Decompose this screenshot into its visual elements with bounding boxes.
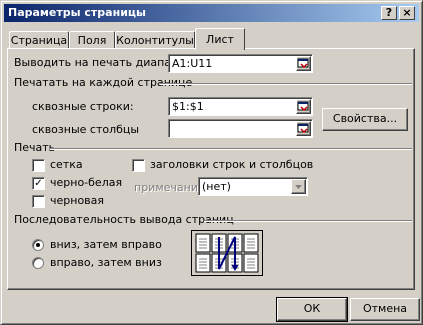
page-order-preview-icon: [191, 230, 263, 276]
range-picker-icon[interactable]: [296, 99, 311, 114]
gridlines-label: сетка: [50, 158, 83, 171]
window-title: Параметры страницы: [8, 6, 147, 19]
range-picker-icon[interactable]: [296, 121, 311, 136]
title-bar[interactable]: Параметры страницы ? ×: [4, 4, 419, 22]
tab-label: Поля: [77, 34, 107, 47]
group-divider: [160, 83, 412, 85]
tab-label: Страница: [10, 34, 68, 47]
down-then-over-label: вниз, затем вправо: [50, 238, 162, 251]
page-setup-dialog: Параметры страницы ? × Страница Поля Кол…: [0, 0, 423, 325]
group-divider: [50, 148, 412, 150]
draft-label: черновая: [50, 194, 105, 207]
print-area-value: A1:U11: [172, 57, 213, 70]
print-area-field[interactable]: A1:U11: [168, 54, 313, 73]
chevron-down-icon[interactable]: [291, 179, 306, 194]
row-column-headings-label: заголовки строк и столбцов: [150, 158, 314, 171]
tab-page[interactable]: Страница: [9, 31, 69, 49]
group-divider: [204, 220, 412, 222]
comments-select[interactable]: (нет): [198, 177, 308, 196]
ok-button[interactable]: ОК: [276, 297, 348, 322]
tab-margins[interactable]: Поля: [69, 31, 115, 49]
rows-to-repeat-label: сквозные строки:: [32, 100, 134, 113]
tab-sheet[interactable]: Лист: [195, 28, 245, 50]
sheet-tab-panel: Выводить на печать диапазон: A1:U11 Печа…: [7, 48, 415, 290]
over-then-down-radio[interactable]: [32, 257, 44, 269]
row-column-headings-checkbox[interactable]: [132, 159, 145, 172]
rows-to-repeat-field[interactable]: $1:$1: [168, 97, 313, 116]
help-button[interactable]: ?: [381, 6, 397, 20]
print-group-label: Печать: [14, 141, 56, 154]
black-white-checkbox[interactable]: ✓: [32, 177, 45, 190]
down-then-over-radio[interactable]: [32, 239, 44, 251]
draft-checkbox[interactable]: [32, 195, 45, 208]
properties-button[interactable]: Свойства...: [322, 108, 408, 131]
black-white-label: черно-белая: [50, 176, 123, 189]
tab-header-footer[interactable]: Колонтитулы: [115, 31, 195, 49]
over-then-down-label: вправо, затем вниз: [50, 256, 162, 269]
tab-label: Колонтитулы: [116, 34, 194, 47]
close-button[interactable]: ×: [399, 6, 415, 20]
rows-to-repeat-value: $1:$1: [172, 100, 204, 113]
gridlines-checkbox[interactable]: [32, 159, 45, 172]
comments-value: (нет): [202, 180, 231, 193]
page-order-group-label: Последовательность вывода страниц: [14, 213, 234, 226]
tab-label: Лист: [206, 33, 234, 46]
range-picker-icon[interactable]: [296, 56, 311, 71]
columns-to-repeat-field[interactable]: [168, 119, 313, 138]
cancel-button[interactable]: Отмена: [350, 298, 420, 321]
columns-to-repeat-label: сквозные столбцы: [32, 123, 140, 136]
